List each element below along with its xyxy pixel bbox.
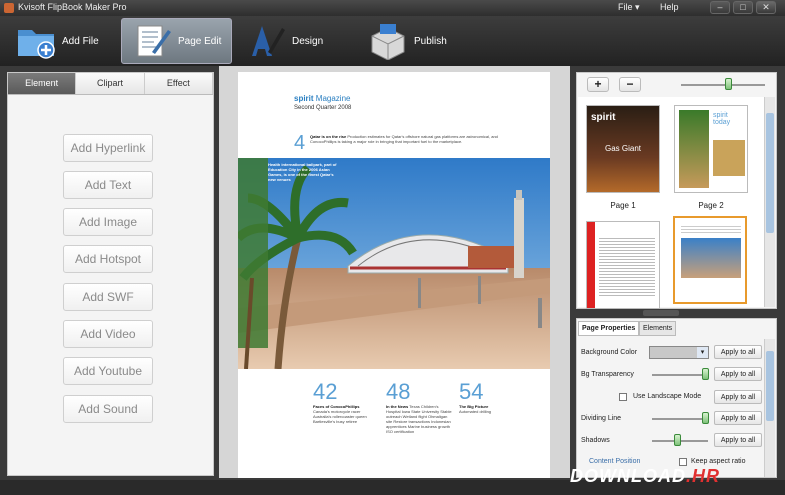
- thumb-page-4[interactable]: [673, 216, 747, 304]
- main-toolbar: Add File Page Edit Design Publish: [0, 16, 785, 66]
- keep-aspect-checkbox[interactable]: [679, 458, 687, 466]
- page-properties-panel: Page Properties Elements Background Colo…: [576, 318, 777, 478]
- tab-page-properties[interactable]: Page Properties: [578, 321, 640, 336]
- landscape-label: Use Landscape Mode: [633, 393, 702, 400]
- stat-blurb-54: The Big Picture Automated drilling: [459, 404, 492, 414]
- add-image-button[interactable]: Add Image: [63, 208, 153, 236]
- shadows-label: Shadows: [581, 437, 610, 444]
- add-youtube-button[interactable]: Add Youtube: [63, 357, 153, 385]
- stat-number-54: 54: [459, 379, 484, 404]
- design-label: Design: [292, 35, 324, 47]
- feature-number: 4: [294, 132, 306, 154]
- element-tabs: Element Clipart Effect: [8, 73, 213, 95]
- bg-color-picker[interactable]: ▾: [649, 346, 709, 359]
- add-text-button[interactable]: Add Text: [63, 171, 153, 199]
- thumb-page-1[interactable]: spirit Gas Giant: [586, 105, 660, 193]
- zoom-slider-track[interactable]: [681, 84, 765, 86]
- photo-caption: Health international ballpark, part of E…: [268, 162, 337, 182]
- properties-scrollbar[interactable]: [764, 339, 775, 477]
- shadows-knob[interactable]: [674, 434, 681, 446]
- app-window: Kvisoft FlipBook Maker Pro File ▾ Help –…: [0, 0, 785, 495]
- thumbnail-list: spirit Gas Giant Page 1 spirit today Page…: [578, 97, 764, 309]
- app-icon: [4, 3, 14, 13]
- design-icon: [252, 26, 285, 56]
- stat-number-42: 42: [313, 379, 338, 404]
- add-hyperlink-button[interactable]: Add Hyperlink: [63, 134, 153, 162]
- apply-bg-color-button[interactable]: Apply to all: [714, 345, 762, 359]
- thumbnail-panel: + − spirit Gas Giant Page 1 spirit today …: [576, 72, 777, 309]
- magazine-title: spirit Magazine: [294, 94, 351, 103]
- magazine-issue: Second Quarter 2008: [294, 105, 352, 111]
- apply-shadows-button[interactable]: Apply to all: [714, 433, 762, 447]
- thumbnail-scrollbar[interactable]: [764, 97, 775, 307]
- edit-page-icon: [137, 25, 171, 57]
- close-button[interactable]: ✕: [756, 1, 776, 14]
- zoom-in-button[interactable]: +: [587, 77, 609, 92]
- minimize-button[interactable]: –: [710, 1, 730, 14]
- stat-number-48: 48: [386, 379, 411, 404]
- page-edit-label: Page Edit: [178, 35, 222, 47]
- bg-color-label: Background Color: [581, 349, 638, 356]
- add-video-button[interactable]: Add Video: [63, 320, 153, 348]
- page-edit-button[interactable]: Page Edit: [121, 18, 232, 64]
- apply-dividing-button[interactable]: Apply to all: [714, 411, 762, 425]
- stadium-photo[interactable]: Health international ballpark, part of E…: [238, 158, 550, 369]
- thumb-page-2[interactable]: spirit today: [674, 105, 748, 193]
- dividing-line-label: Dividing Line: [581, 415, 622, 422]
- properties-scroll-thumb[interactable]: [766, 351, 774, 421]
- feature-blurb: Qatar is on the rise Production estimate…: [310, 134, 498, 144]
- window-title: Kvisoft FlipBook Maker Pro: [18, 2, 127, 12]
- keep-aspect-label: Keep aspect ratio: [691, 458, 746, 465]
- dividing-line-slider[interactable]: [652, 418, 708, 420]
- publish-button[interactable]: Publish: [358, 18, 468, 64]
- folder-icon: [18, 30, 55, 59]
- add-file-button[interactable]: Add File: [6, 18, 116, 64]
- bg-transparency-label: Bg Transparency: [581, 371, 634, 378]
- element-panel: Element Clipart Effect Add Hyperlink Add…: [7, 72, 214, 476]
- apply-transparency-button[interactable]: Apply to all: [714, 367, 762, 381]
- thumb-label-page-2: Page 2: [698, 201, 724, 210]
- publish-icon: [371, 24, 405, 60]
- chevron-down-icon: ▾: [697, 347, 708, 358]
- add-hotspot-button[interactable]: Add Hotspot: [63, 245, 153, 273]
- menu-file[interactable]: File ▾: [618, 2, 640, 13]
- apply-landscape-button[interactable]: Apply to all: [714, 390, 762, 404]
- content-position-label: Content Position: [589, 458, 641, 465]
- tab-clipart[interactable]: Clipart: [76, 73, 145, 94]
- menu-help[interactable]: Help: [660, 2, 679, 12]
- thumb-label-page-1: Page 1: [610, 201, 636, 210]
- thumb-page-3[interactable]: [586, 221, 660, 309]
- landscape-checkbox[interactable]: [619, 393, 627, 401]
- tab-elements[interactable]: Elements: [639, 321, 677, 336]
- publish-label: Publish: [414, 35, 447, 47]
- tab-element[interactable]: Element: [8, 73, 77, 94]
- stadium-image: [238, 158, 550, 369]
- tab-effect[interactable]: Effect: [144, 73, 213, 94]
- panel-splitter[interactable]: [643, 310, 679, 316]
- zoom-out-button[interactable]: −: [619, 77, 641, 92]
- restore-button[interactable]: □: [733, 1, 753, 14]
- add-file-label: Add File: [62, 35, 99, 47]
- bg-transparency-slider[interactable]: [652, 374, 708, 376]
- design-button[interactable]: Design: [236, 18, 346, 64]
- title-bar: Kvisoft FlipBook Maker Pro File ▾ Help –…: [0, 0, 785, 16]
- stat-blurb-48: In the News Texas Children's Hospital Io…: [386, 404, 452, 434]
- thumbnail-scroll-thumb[interactable]: [766, 113, 774, 233]
- bg-transparency-knob[interactable]: [702, 368, 709, 380]
- add-swf-button[interactable]: Add SWF: [63, 283, 153, 311]
- dividing-line-knob[interactable]: [702, 412, 709, 424]
- add-sound-button[interactable]: Add Sound: [63, 395, 153, 423]
- page-canvas[interactable]: spirit Magazine Second Quarter 2008 4 Qa…: [219, 66, 570, 478]
- watermark-logo: DOWNLOAD.HR: [570, 466, 720, 486]
- zoom-slider-knob[interactable]: [725, 78, 732, 90]
- stat-blurb-42: Faces of ConocoPhillips Canada's motorcyc…: [313, 404, 367, 424]
